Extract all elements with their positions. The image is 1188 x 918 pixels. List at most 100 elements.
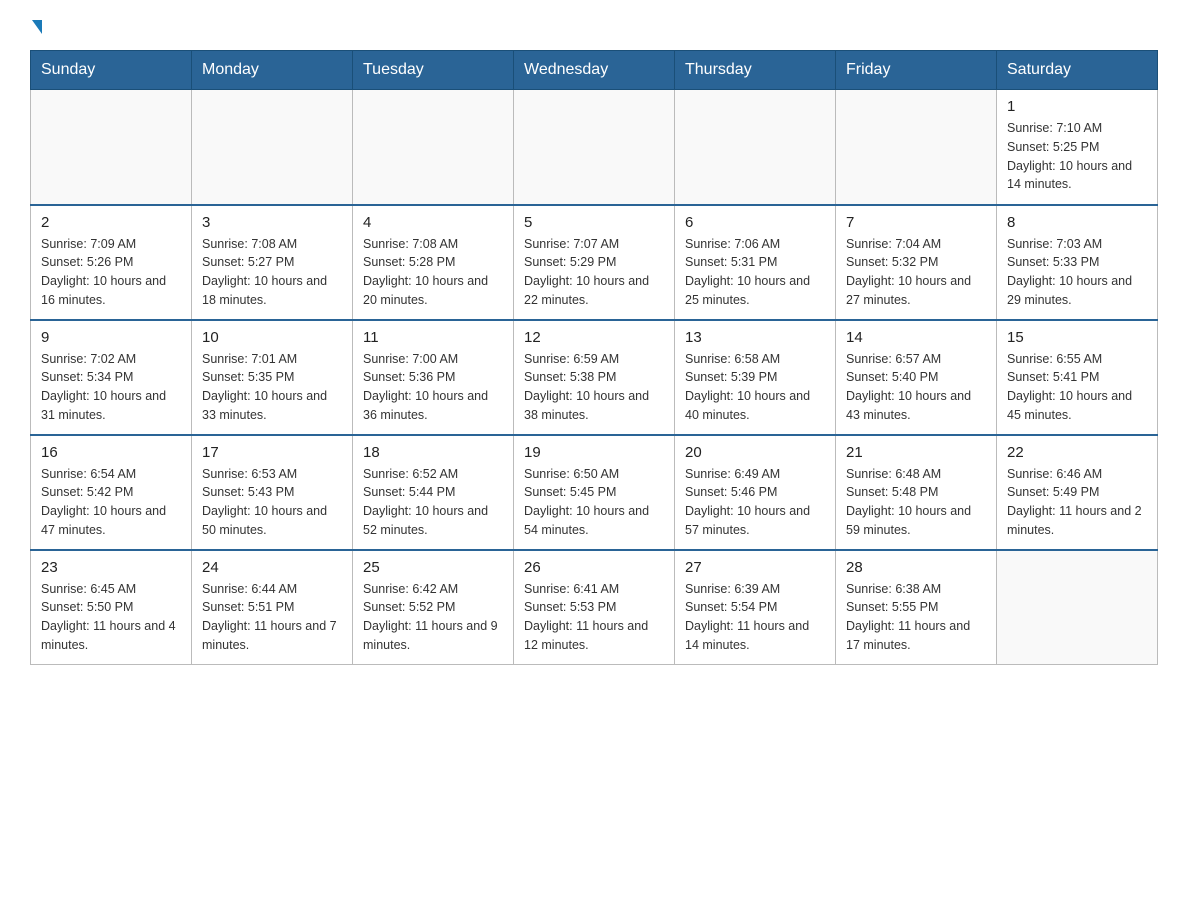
day-info: Sunrise: 6:59 AMSunset: 5:38 PMDaylight:… xyxy=(524,350,664,425)
day-number: 7 xyxy=(846,214,986,231)
day-info: Sunrise: 7:04 AMSunset: 5:32 PMDaylight:… xyxy=(846,235,986,310)
day-info: Sunrise: 7:03 AMSunset: 5:33 PMDaylight:… xyxy=(1007,235,1147,310)
calendar-cell: 17 Sunrise: 6:53 AMSunset: 5:43 PMDayligh… xyxy=(192,435,353,550)
calendar-cell: 23 Sunrise: 6:45 AMSunset: 5:50 PMDayligh… xyxy=(31,550,192,665)
day-info: Sunrise: 7:02 AMSunset: 5:34 PMDaylight:… xyxy=(41,350,181,425)
day-info: Sunrise: 6:57 AMSunset: 5:40 PMDaylight:… xyxy=(846,350,986,425)
day-number: 3 xyxy=(202,214,342,231)
calendar-cell: 20 Sunrise: 6:49 AMSunset: 5:46 PMDayligh… xyxy=(675,435,836,550)
day-number: 27 xyxy=(685,559,825,576)
day-number: 11 xyxy=(363,329,503,346)
day-number: 17 xyxy=(202,444,342,461)
day-info: Sunrise: 6:49 AMSunset: 5:46 PMDaylight:… xyxy=(685,465,825,540)
day-info: Sunrise: 7:09 AMSunset: 5:26 PMDaylight:… xyxy=(41,235,181,310)
column-header-tuesday: Tuesday xyxy=(353,51,514,90)
calendar-cell: 4 Sunrise: 7:08 AMSunset: 5:28 PMDaylight… xyxy=(353,205,514,320)
calendar-cell: 26 Sunrise: 6:41 AMSunset: 5:53 PMDayligh… xyxy=(514,550,675,665)
calendar-cell: 10 Sunrise: 7:01 AMSunset: 5:35 PMDayligh… xyxy=(192,320,353,435)
day-info: Sunrise: 6:54 AMSunset: 5:42 PMDaylight:… xyxy=(41,465,181,540)
day-number: 23 xyxy=(41,559,181,576)
day-info: Sunrise: 6:46 AMSunset: 5:49 PMDaylight:… xyxy=(1007,465,1147,540)
column-header-sunday: Sunday xyxy=(31,51,192,90)
calendar-cell: 8 Sunrise: 7:03 AMSunset: 5:33 PMDaylight… xyxy=(997,205,1158,320)
calendar-cell: 13 Sunrise: 6:58 AMSunset: 5:39 PMDayligh… xyxy=(675,320,836,435)
day-number: 5 xyxy=(524,214,664,231)
day-number: 13 xyxy=(685,329,825,346)
day-info: Sunrise: 7:00 AMSunset: 5:36 PMDaylight:… xyxy=(363,350,503,425)
day-info: Sunrise: 7:08 AMSunset: 5:27 PMDaylight:… xyxy=(202,235,342,310)
day-number: 18 xyxy=(363,444,503,461)
day-number: 26 xyxy=(524,559,664,576)
calendar-cell: 2Sunrise: 7:09 AMSunset: 5:26 PMDaylight… xyxy=(31,205,192,320)
column-header-thursday: Thursday xyxy=(675,51,836,90)
day-info: Sunrise: 6:55 AMSunset: 5:41 PMDaylight:… xyxy=(1007,350,1147,425)
day-info: Sunrise: 6:44 AMSunset: 5:51 PMDaylight:… xyxy=(202,580,342,655)
calendar-week-row: 23 Sunrise: 6:45 AMSunset: 5:50 PMDayligh… xyxy=(31,550,1158,665)
calendar-cell: 14 Sunrise: 6:57 AMSunset: 5:40 PMDayligh… xyxy=(836,320,997,435)
day-info: Sunrise: 6:38 AMSunset: 5:55 PMDaylight:… xyxy=(846,580,986,655)
day-number: 14 xyxy=(846,329,986,346)
calendar-cell: 15 Sunrise: 6:55 AMSunset: 5:41 PMDayligh… xyxy=(997,320,1158,435)
day-number: 16 xyxy=(41,444,181,461)
calendar-cell: 12 Sunrise: 6:59 AMSunset: 5:38 PMDayligh… xyxy=(514,320,675,435)
day-number: 8 xyxy=(1007,214,1147,231)
day-number: 21 xyxy=(846,444,986,461)
calendar-cell: 9 Sunrise: 7:02 AMSunset: 5:34 PMDaylight… xyxy=(31,320,192,435)
column-header-saturday: Saturday xyxy=(997,51,1158,90)
column-header-friday: Friday xyxy=(836,51,997,90)
day-info: Sunrise: 6:41 AMSunset: 5:53 PMDaylight:… xyxy=(524,580,664,655)
day-number: 4 xyxy=(363,214,503,231)
day-number: 12 xyxy=(524,329,664,346)
calendar-header-row: SundayMondayTuesdayWednesdayThursdayFrid… xyxy=(31,51,1158,90)
calendar-cell xyxy=(192,90,353,205)
day-info: Sunrise: 6:50 AMSunset: 5:45 PMDaylight:… xyxy=(524,465,664,540)
day-info: Sunrise: 6:58 AMSunset: 5:39 PMDaylight:… xyxy=(685,350,825,425)
page-header xyxy=(30,20,1158,30)
calendar-table: SundayMondayTuesdayWednesdayThursdayFrid… xyxy=(30,50,1158,665)
calendar-cell: 22 Sunrise: 6:46 AMSunset: 5:49 PMDayligh… xyxy=(997,435,1158,550)
calendar-cell: 3 Sunrise: 7:08 AMSunset: 5:27 PMDaylight… xyxy=(192,205,353,320)
calendar-week-row: 16 Sunrise: 6:54 AMSunset: 5:42 PMDayligh… xyxy=(31,435,1158,550)
calendar-week-row: 1 Sunrise: 7:10 AMSunset: 5:25 PMDaylight… xyxy=(31,90,1158,205)
logo-triangle-icon xyxy=(32,20,42,34)
day-number: 9 xyxy=(41,329,181,346)
day-info: Sunrise: 6:39 AMSunset: 5:54 PMDaylight:… xyxy=(685,580,825,655)
day-number: 28 xyxy=(846,559,986,576)
column-header-wednesday: Wednesday xyxy=(514,51,675,90)
day-number: 19 xyxy=(524,444,664,461)
day-number: 24 xyxy=(202,559,342,576)
day-info: Sunrise: 6:42 AMSunset: 5:52 PMDaylight:… xyxy=(363,580,503,655)
day-info: Sunrise: 7:10 AMSunset: 5:25 PMDaylight:… xyxy=(1007,119,1147,194)
calendar-cell: 24 Sunrise: 6:44 AMSunset: 5:51 PMDayligh… xyxy=(192,550,353,665)
day-info: Sunrise: 7:08 AMSunset: 5:28 PMDaylight:… xyxy=(363,235,503,310)
calendar-cell xyxy=(31,90,192,205)
day-info: Sunrise: 6:53 AMSunset: 5:43 PMDaylight:… xyxy=(202,465,342,540)
day-number: 15 xyxy=(1007,329,1147,346)
day-info: Sunrise: 6:45 AMSunset: 5:50 PMDaylight:… xyxy=(41,580,181,655)
calendar-cell: 28 Sunrise: 6:38 AMSunset: 5:55 PMDayligh… xyxy=(836,550,997,665)
calendar-cell: 1 Sunrise: 7:10 AMSunset: 5:25 PMDaylight… xyxy=(997,90,1158,205)
calendar-cell: 7 Sunrise: 7:04 AMSunset: 5:32 PMDaylight… xyxy=(836,205,997,320)
day-number: 25 xyxy=(363,559,503,576)
day-info: Sunrise: 7:06 AMSunset: 5:31 PMDaylight:… xyxy=(685,235,825,310)
calendar-cell xyxy=(514,90,675,205)
calendar-cell: 25 Sunrise: 6:42 AMSunset: 5:52 PMDayligh… xyxy=(353,550,514,665)
day-info: Sunrise: 6:48 AMSunset: 5:48 PMDaylight:… xyxy=(846,465,986,540)
calendar-cell: 18 Sunrise: 6:52 AMSunset: 5:44 PMDayligh… xyxy=(353,435,514,550)
day-info: Sunrise: 7:01 AMSunset: 5:35 PMDaylight:… xyxy=(202,350,342,425)
calendar-cell: 27 Sunrise: 6:39 AMSunset: 5:54 PMDayligh… xyxy=(675,550,836,665)
calendar-cell: 5 Sunrise: 7:07 AMSunset: 5:29 PMDaylight… xyxy=(514,205,675,320)
day-number: 10 xyxy=(202,329,342,346)
day-info: Sunrise: 6:52 AMSunset: 5:44 PMDaylight:… xyxy=(363,465,503,540)
day-number: 22 xyxy=(1007,444,1147,461)
calendar-cell xyxy=(997,550,1158,665)
day-number: 20 xyxy=(685,444,825,461)
calendar-cell: 19 Sunrise: 6:50 AMSunset: 5:45 PMDayligh… xyxy=(514,435,675,550)
day-info: Sunrise: 7:07 AMSunset: 5:29 PMDaylight:… xyxy=(524,235,664,310)
calendar-cell: 11 Sunrise: 7:00 AMSunset: 5:36 PMDayligh… xyxy=(353,320,514,435)
calendar-cell: 16 Sunrise: 6:54 AMSunset: 5:42 PMDayligh… xyxy=(31,435,192,550)
day-number: 1 xyxy=(1007,98,1147,115)
column-header-monday: Monday xyxy=(192,51,353,90)
calendar-week-row: 9 Sunrise: 7:02 AMSunset: 5:34 PMDaylight… xyxy=(31,320,1158,435)
day-number: 6 xyxy=(685,214,825,231)
